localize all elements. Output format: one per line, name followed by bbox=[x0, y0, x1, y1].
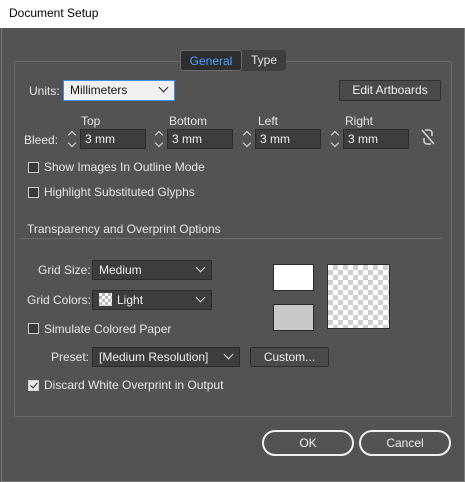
bleed-right-label: Right bbox=[345, 114, 374, 128]
bleed-label: Bleed: bbox=[24, 133, 59, 147]
tab-bar: General Type bbox=[180, 50, 286, 71]
units-select[interactable]: Millimeters bbox=[63, 80, 175, 101]
units-value: Millimeters bbox=[70, 83, 128, 97]
grid-colors-select[interactable]: Light bbox=[92, 290, 212, 310]
bleed-top-input[interactable]: 3 mm bbox=[80, 129, 146, 149]
grid-color-swatch-bottom[interactable] bbox=[273, 304, 314, 331]
bleed-top-label: Top bbox=[81, 114, 101, 128]
custom-button[interactable]: Custom... bbox=[250, 347, 329, 367]
bleed-left-input[interactable]: 3 mm bbox=[255, 129, 321, 149]
grid-size-label: Grid Size: bbox=[38, 263, 91, 277]
highlight-substituted-label: Highlight Substituted Glyphs bbox=[44, 185, 195, 199]
grid-size-value: Medium bbox=[99, 263, 142, 277]
transparency-grid-preview bbox=[327, 264, 390, 329]
grid-colors-value: Light bbox=[117, 293, 144, 307]
chevron-down-icon bbox=[195, 292, 206, 303]
bleed-bottom-stepper[interactable] bbox=[154, 129, 164, 149]
tab-general[interactable]: General bbox=[180, 50, 242, 71]
tab-type[interactable]: Type bbox=[244, 50, 284, 71]
title-bar: Document Setup bbox=[0, 0, 465, 28]
chevron-down-icon bbox=[223, 349, 234, 360]
chain-broken-icon[interactable] bbox=[420, 128, 436, 146]
bleed-top-stepper[interactable] bbox=[67, 129, 77, 149]
section-divider bbox=[20, 238, 442, 239]
edit-artboards-button[interactable]: Edit Artboards bbox=[339, 80, 441, 101]
grid-color-swatch-top[interactable] bbox=[273, 264, 314, 291]
checkerboard-icon bbox=[99, 293, 112, 306]
grid-size-select[interactable]: Medium bbox=[92, 260, 212, 280]
preset-value: [Medium Resolution] bbox=[99, 350, 209, 364]
grid-colors-label: Grid Colors: bbox=[27, 293, 92, 307]
simulate-colored-paper-label: Simulate Colored Paper bbox=[44, 322, 172, 336]
bleed-right-input[interactable]: 3 mm bbox=[343, 129, 409, 149]
cancel-button[interactable]: Cancel bbox=[359, 430, 451, 456]
discard-white-overprint-label: Discard White Overprint in Output bbox=[44, 378, 224, 392]
show-images-outline-label: Show Images In Outline Mode bbox=[44, 160, 205, 174]
discard-white-overprint-checkbox[interactable] bbox=[28, 380, 39, 391]
show-images-outline-checkbox[interactable] bbox=[28, 162, 39, 173]
chevron-down-icon bbox=[195, 262, 206, 273]
bleed-left-stepper[interactable] bbox=[242, 129, 252, 149]
transparency-section-title: Transparency and Overprint Options bbox=[27, 222, 221, 236]
chevron-down-icon bbox=[158, 82, 169, 93]
preset-select[interactable]: [Medium Resolution] bbox=[92, 347, 240, 367]
simulate-colored-paper-checkbox[interactable] bbox=[28, 323, 39, 334]
window-title: Document Setup bbox=[9, 6, 99, 20]
bleed-right-stepper[interactable] bbox=[330, 129, 340, 149]
bleed-left-label: Left bbox=[258, 114, 279, 128]
units-label: Units: bbox=[29, 84, 60, 98]
highlight-substituted-checkbox[interactable] bbox=[28, 187, 39, 198]
ok-button[interactable]: OK bbox=[262, 430, 354, 456]
preset-label: Preset: bbox=[51, 350, 90, 364]
bleed-bottom-input[interactable]: 3 mm bbox=[167, 129, 233, 149]
bleed-bottom-label: Bottom bbox=[169, 114, 208, 128]
